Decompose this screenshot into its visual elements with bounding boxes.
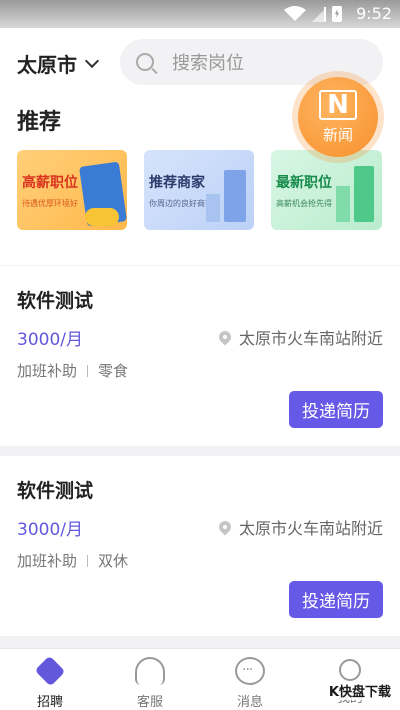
job-location-text: 太原市火车南站附近: [238, 329, 383, 348]
headset-icon: [135, 657, 165, 685]
signal-icon: [312, 7, 326, 22]
tab-messages[interactable]: 消息: [200, 649, 300, 710]
bottom-tab-bar: 招聘 客服 消息 我的: [0, 648, 400, 710]
tab-service[interactable]: 客服: [100, 649, 200, 710]
job-tag: 零食: [98, 362, 129, 380]
recommend-cards: 高薪职位 待遇优厚环境好 推荐商家 你周边的良好商家 最新职位 高薪机会抢先得: [17, 150, 382, 230]
job-tag: 加班补助: [17, 552, 78, 570]
watermark-logo: K快盘下载: [325, 681, 394, 700]
job-card[interactable]: 软件测试 3000/月 太原市火车南站附近 加班补助 双休 投递简历: [0, 456, 400, 636]
wifi-icon: [284, 6, 306, 22]
search-icon: [136, 53, 154, 71]
job-title: 软件测试: [17, 480, 94, 502]
building-illustration: [224, 170, 246, 222]
job-card[interactable]: 软件测试 3000/月 太原市火车南站附近 加班补助 零食 投递简历: [0, 266, 400, 446]
status-icons: [284, 6, 342, 22]
chat-icon: [235, 657, 265, 685]
building-illustration-small: [206, 194, 220, 222]
chevron-down-icon: [84, 53, 100, 68]
card-latest-jobs[interactable]: 最新职位 高薪机会抢先得: [271, 150, 382, 230]
location-pin-icon: [216, 328, 234, 346]
tab-recruit[interactable]: 招聘: [0, 649, 100, 710]
coins-illustration: [85, 208, 119, 226]
job-tags: 加班补助 双休: [17, 550, 128, 571]
tab-label: 消息: [236, 695, 263, 710]
section-title: 推荐: [17, 110, 62, 135]
search-placeholder: 搜索岗位: [172, 53, 244, 74]
card-recommend-merchant[interactable]: 推荐商家 你周边的良好商家: [144, 150, 254, 230]
handshake-icon: [34, 655, 66, 687]
job-salary: 3000/月: [17, 520, 83, 540]
job-tag: 双休: [98, 552, 129, 570]
location-pin-icon: [216, 518, 234, 536]
tab-label: 招聘: [36, 695, 63, 710]
status-time: 9:52: [356, 4, 392, 23]
status-bar: 9:52: [0, 0, 400, 28]
tag-divider: [87, 364, 89, 377]
city-label: 太原市: [17, 53, 77, 77]
job-title: 软件测试: [17, 290, 94, 312]
card-high-salary[interactable]: 高薪职位 待遇优厚环境好: [17, 150, 127, 230]
city-selector[interactable]: 太原市: [17, 49, 100, 78]
job-location: 太原市火车南站附近: [216, 325, 383, 349]
user-icon: [339, 659, 361, 681]
tab-mine[interactable]: 我的: [300, 649, 400, 710]
job-salary: 3000/月: [17, 330, 83, 350]
tag-divider: [87, 554, 89, 567]
battery-icon: [332, 6, 342, 22]
tower-illustration-small: [336, 186, 350, 222]
tower-illustration: [354, 166, 374, 222]
apply-button[interactable]: 投递简历: [289, 581, 383, 618]
apply-button[interactable]: 投递简历: [289, 391, 383, 428]
job-tag: 加班补助: [17, 362, 78, 380]
job-tags: 加班补助 零食: [17, 360, 128, 381]
job-location: 太原市火车南站附近: [216, 515, 383, 539]
news-icon: N: [319, 89, 357, 120]
news-label: 新闻: [322, 125, 353, 144]
job-location-text: 太原市火车南站附近: [238, 519, 383, 538]
header-section: 太原市 搜索岗位 推荐 高薪职位 待遇优厚环境好 推荐商家 你周边的良好商家 最…: [0, 28, 400, 265]
tab-label: 客服: [136, 695, 163, 710]
news-float-button[interactable]: N 新闻: [298, 77, 378, 157]
